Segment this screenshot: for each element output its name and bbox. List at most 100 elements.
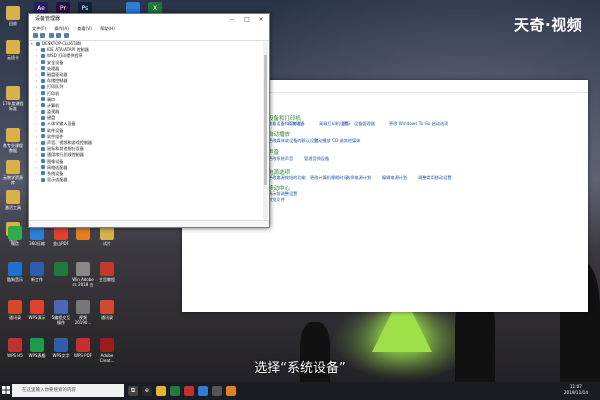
wechat-icon: [8, 226, 22, 240]
word-icon: [54, 338, 68, 352]
device-icon: [41, 165, 45, 170]
store-icon[interactable]: [170, 386, 180, 396]
control-panel-link[interactable]: 鼠标: [342, 121, 350, 127]
desktop-icon[interactable]: 微信: [4, 226, 26, 246]
desktop-icon[interactable]: 激活工具: [2, 190, 24, 210]
desktop-icon[interactable]: 通讯录: [96, 300, 118, 320]
desktop-icon[interactable]: 云教学资源库: [2, 160, 24, 185]
control-panel-link[interactable]: 更改系统声音: [268, 156, 293, 162]
desktop-icon-label: 激活工具: [5, 205, 21, 210]
device-category[interactable]: › 显示适配器: [29, 177, 262, 183]
vertical-scrollbar[interactable]: [263, 41, 268, 219]
taskbar-clock[interactable]: 11:07 2019/11/14: [564, 384, 588, 396]
control-panel-link[interactable]: 更改媒体或设备的默认设置: [268, 138, 318, 144]
device-icon: [41, 159, 45, 164]
device-category-label: WSD 打印提供程序: [47, 53, 83, 59]
device-category-label: 存储控制器: [47, 78, 68, 84]
section-heading[interactable]: 自动播放: [268, 130, 290, 138]
refresh-icon[interactable]: [64, 33, 70, 38]
ppt-icon: [30, 300, 44, 314]
menu-help[interactable]: 帮助(H): [100, 26, 115, 31]
device-icon: [41, 72, 45, 77]
menu-action[interactable]: 操作(A): [54, 26, 69, 31]
desktop-icon[interactable]: WPS PDF: [72, 338, 94, 358]
scrollbar-thumb[interactable]: [264, 55, 267, 185]
device-icon: [41, 146, 45, 151]
device-category-label: 显示适配器: [47, 177, 68, 183]
taskbar-search-input[interactable]: 在这里输入你要搜索的内容: [12, 384, 124, 397]
device-category-label: 监视器: [47, 109, 60, 115]
desktop-icon[interactable]: WPS H5: [4, 338, 26, 358]
forward-icon[interactable]: [40, 33, 45, 38]
control-panel-link[interactable]: 选择电源计划: [346, 175, 371, 181]
desktop-icon[interactable]: Win Adobe cc 2018 五: [72, 262, 94, 287]
desktop-icon[interactable]: WPS演示: [26, 300, 48, 320]
menu-view[interactable]: 查看(V): [77, 26, 92, 31]
control-panel-link[interactable]: 更改电源按钮的功能: [268, 175, 306, 181]
doc-icon: [54, 300, 68, 314]
desktop-icon[interactable]: 主旨教程: [96, 262, 118, 282]
properties-icon[interactable]: [48, 33, 54, 38]
desktop-icon[interactable]: 试片: [96, 226, 118, 246]
desktop-icon[interactable]: 新工作: [26, 262, 48, 282]
back-icon[interactable]: [33, 33, 38, 38]
wps-taskbar-icon[interactable]: [198, 386, 208, 396]
desktop-icon-label: 微信: [11, 241, 19, 246]
file-explorer-icon[interactable]: [156, 386, 166, 396]
control-panel-link[interactable]: 更改计算机睡眠时间: [310, 175, 348, 181]
toolbar: [29, 32, 269, 41]
desktop-icon[interactable]: 云班卡: [2, 40, 24, 60]
device-manager-taskbar-icon[interactable]: [212, 386, 222, 396]
help-icon[interactable]: [55, 33, 61, 38]
desktop-icon[interactable]: 各专业课程数据: [2, 128, 24, 153]
desktop-icon[interactable]: WPS表格: [26, 338, 48, 358]
close-button[interactable]: ×: [254, 14, 268, 25]
desktop-icon[interactable]: 360压缩: [26, 226, 48, 246]
task-view-icon[interactable]: ⧉: [128, 386, 138, 396]
folder-icon: [6, 40, 20, 54]
edge-icon[interactable]: e: [142, 386, 152, 396]
desktop-icon-label: 酷狗音乐: [7, 277, 23, 282]
windows-start-icon[interactable]: [2, 386, 10, 394]
control-panel-link[interactable]: 设备管理器: [354, 121, 375, 127]
window-title: 设备管理器: [35, 16, 61, 22]
desktop-icon[interactable]: 回收: [2, 6, 24, 26]
desktop-icon-label: 主旨教程: [99, 277, 115, 282]
chrome-icon[interactable]: [184, 386, 194, 396]
desktop-icon[interactable]: 通讯录: [4, 300, 26, 320]
doc-icon: [100, 262, 114, 276]
control-panel-link[interactable]: 浏览文件: [268, 197, 285, 203]
desktop-icon[interactable]: 金山PDF: [50, 226, 72, 246]
control-panel-link[interactable]: 管理音频设备: [304, 156, 329, 162]
window-titlebar[interactable]: 设备管理器 – □ ×: [29, 14, 269, 25]
control-panel-link[interactable]: 自动播放 CD 或其他媒体: [314, 138, 361, 144]
device-category-label: 端口: [47, 96, 56, 102]
app-taskbar-icon[interactable]: [226, 386, 236, 396]
tool-icon: [6, 190, 20, 204]
device-icon: [41, 109, 45, 114]
desktop-icon[interactable]: WPS文字: [50, 338, 72, 358]
menu-file[interactable]: 文件(F): [32, 26, 46, 31]
control-panel-link[interactable]: 更改 Windows To Go 启动选项: [389, 121, 448, 127]
maximize-button[interactable]: □: [240, 14, 254, 25]
desktop-icon[interactable]: [50, 262, 72, 277]
music-icon: [8, 262, 22, 276]
control-panel-link[interactable]: 添加设备: [288, 121, 305, 127]
adobe-icon: [100, 338, 114, 352]
desktop-icon-label: 回收: [9, 21, 17, 26]
desktop-icon[interactable]: 酷狗音乐: [4, 262, 26, 282]
desktop-icon[interactable]: 视频 20190...: [72, 300, 94, 325]
desktop-icon[interactable]: 17年度课程标准: [2, 86, 24, 111]
control-panel-link[interactable]: 调整常用移动设置: [418, 175, 452, 181]
minimize-button[interactable]: –: [225, 14, 239, 25]
device-manager-window[interactable]: 设备管理器 – □ × 文件(F) 操作(A) 查看(V) 帮助(H) ▾ DES…: [28, 13, 270, 228]
computer-icon: [36, 41, 40, 46]
status-bar: [29, 220, 269, 227]
desktop-icon[interactable]: 5编程交互操作: [50, 300, 72, 325]
desktop-icon-label: 通讯录: [101, 315, 113, 320]
desktop-icon-label: 17年度课程标准: [2, 101, 24, 111]
pdf-icon: [76, 338, 90, 352]
desktop-icon[interactable]: [72, 226, 94, 241]
scissors-icon: [76, 226, 90, 240]
control-panel-link[interactable]: 编辑电源计划: [382, 175, 407, 181]
